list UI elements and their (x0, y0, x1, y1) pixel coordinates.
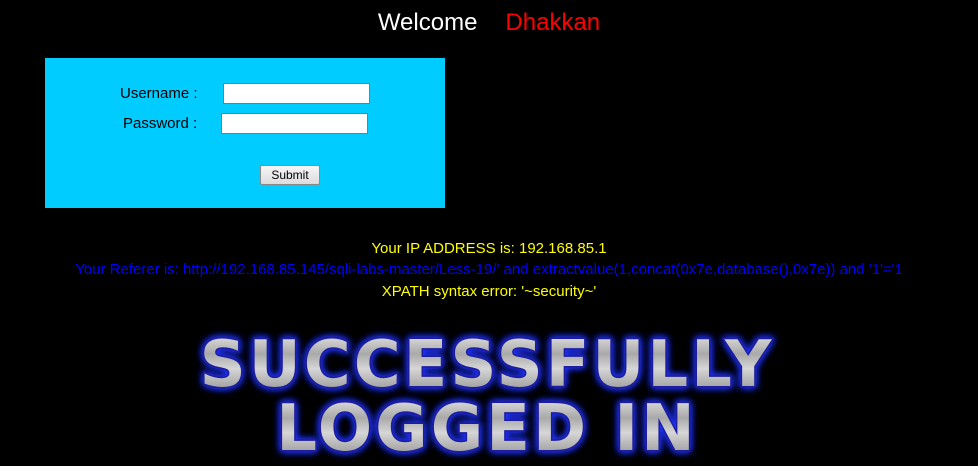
welcome-name: Dhakkan (505, 9, 601, 36)
username-input[interactable] (223, 83, 370, 104)
login-form: Username : Password : Submit (45, 58, 445, 208)
xpath-error-message: XPATH syntax error: '~security~' (381, 283, 597, 300)
page: Welcome Dhakkan Username : Password : Sub… (0, 0, 978, 466)
banner-line-1: SUCCESSFULLY (200, 328, 775, 402)
welcome-heading: Welcome Dhakkan (0, 9, 978, 37)
submit-button[interactable]: Submit (260, 165, 320, 185)
referer-message: Your Referer is: http://192.168.85.145/s… (75, 261, 903, 278)
ip-address-message: Your IP ADDRESS is: 192.168.85.1 (371, 240, 607, 257)
welcome-text: Welcome (377, 9, 478, 36)
password-input[interactable] (221, 113, 368, 134)
password-label: Password : (123, 115, 198, 132)
success-banner: SUCCESSFULLY LOGGED IN (0, 318, 978, 466)
success-banner-image: SUCCESSFULLY LOGGED IN (198, 327, 775, 466)
username-label: Username : (120, 85, 198, 102)
banner-line-2: LOGGED IN (276, 392, 697, 466)
